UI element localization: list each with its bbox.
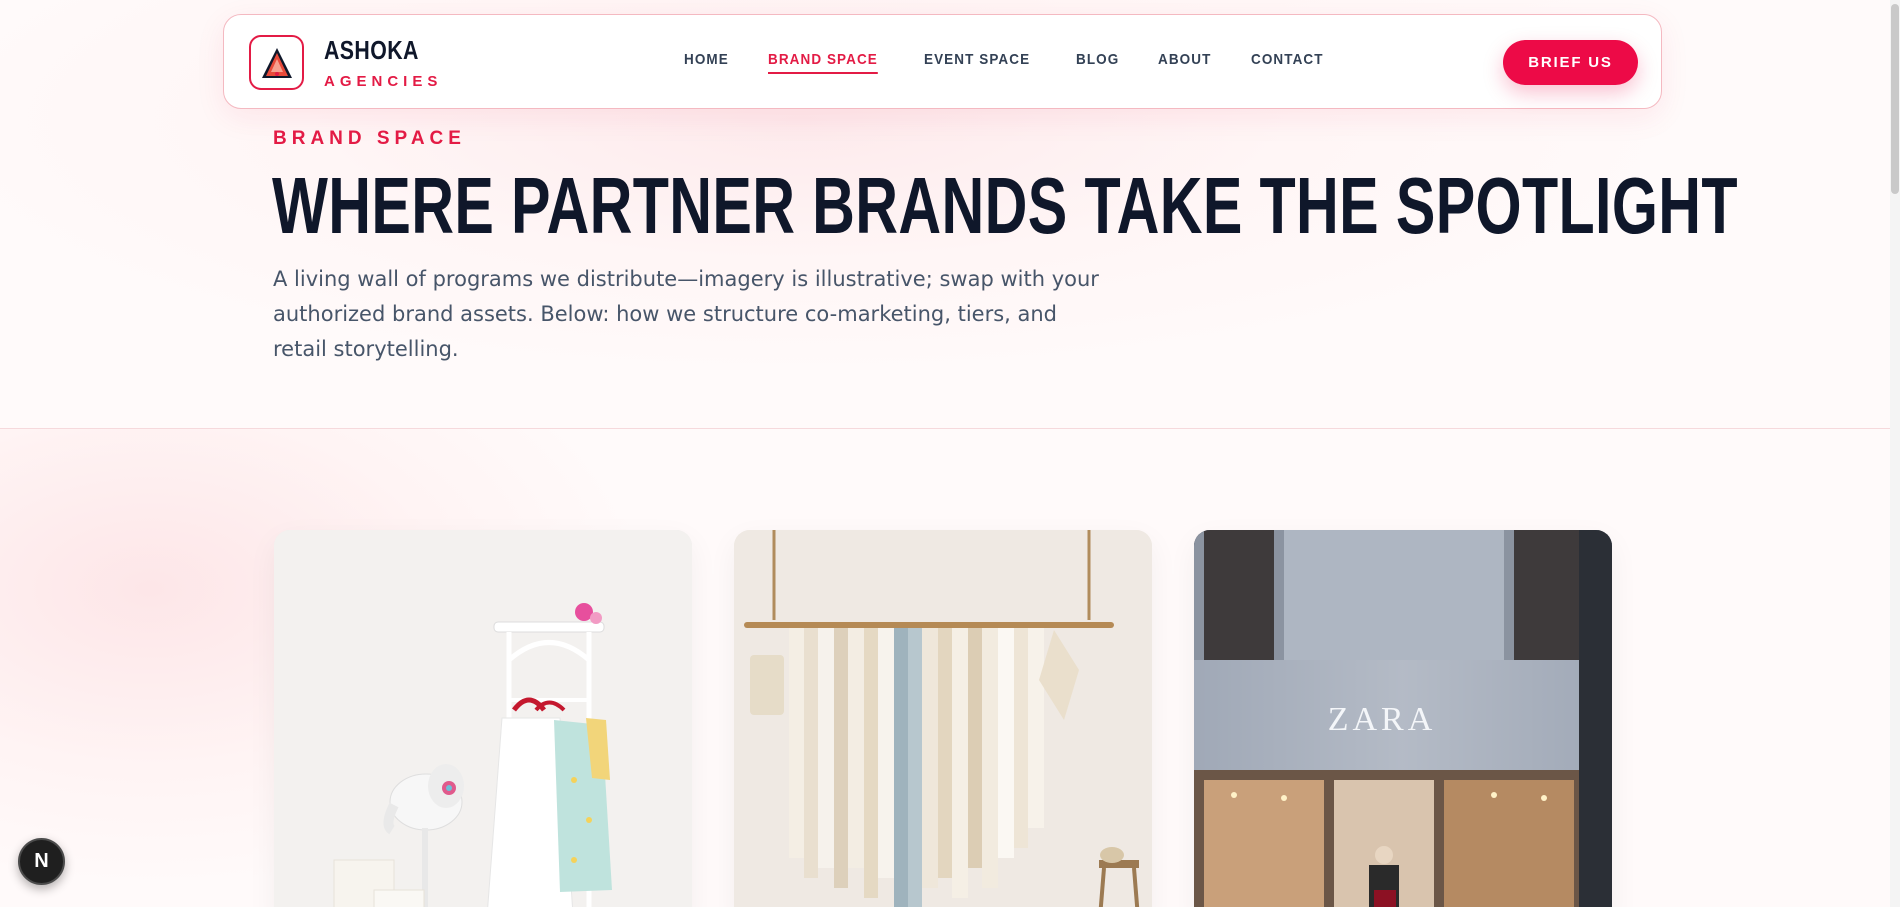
hero-description: A living wall of programs we distribute—…: [273, 267, 1099, 361]
nav-about[interactable]: ABOUT: [1158, 51, 1211, 74]
section-eyebrow: BRAND SPACE: [273, 128, 466, 149]
kids-rack-illustration: [274, 530, 692, 907]
dev-tools-badge[interactable]: N: [18, 838, 65, 885]
top-navbar: ASHOKA AGENCIES HOME BRAND SPACE EVENT S…: [223, 14, 1662, 109]
nav-brand-space[interactable]: BRAND SPACE: [767, 51, 878, 74]
brand-tagline: AGENCIES: [324, 73, 443, 90]
brand-logo[interactable]: [249, 35, 304, 90]
nav-home[interactable]: HOME: [684, 51, 729, 74]
clothing-rail-illustration: [734, 530, 1152, 907]
nav-event-space[interactable]: EVENT SPACE: [924, 51, 1030, 74]
zara-storefront-image[interactable]: ZARA: [1194, 530, 1612, 907]
main-nav: HOME BRAND SPACE EVENT SPACE BLOG ABOUT …: [684, 51, 1366, 74]
logo-triangle-icon: [262, 48, 292, 78]
nav-blog[interactable]: BLOG: [1076, 51, 1119, 74]
scrollbar-thumb[interactable]: [1891, 4, 1899, 194]
nav-contact[interactable]: CONTACT: [1251, 51, 1324, 74]
brand-name: ASHOKA: [324, 35, 419, 65]
page-title: WHERE PARTNER BRANDS TAKE THE SPOTLIGHT: [272, 161, 1738, 250]
zara-sign-text: ZARA: [1328, 701, 1437, 738]
storefront-illustration: ZARA: [1194, 530, 1612, 907]
brief-us-button[interactable]: BRIEF US: [1503, 40, 1638, 85]
kids-clothing-rack-image[interactable]: [274, 530, 692, 907]
page-scrollbar[interactable]: [1890, 0, 1900, 907]
boutique-clothing-rail-image[interactable]: [734, 530, 1152, 907]
